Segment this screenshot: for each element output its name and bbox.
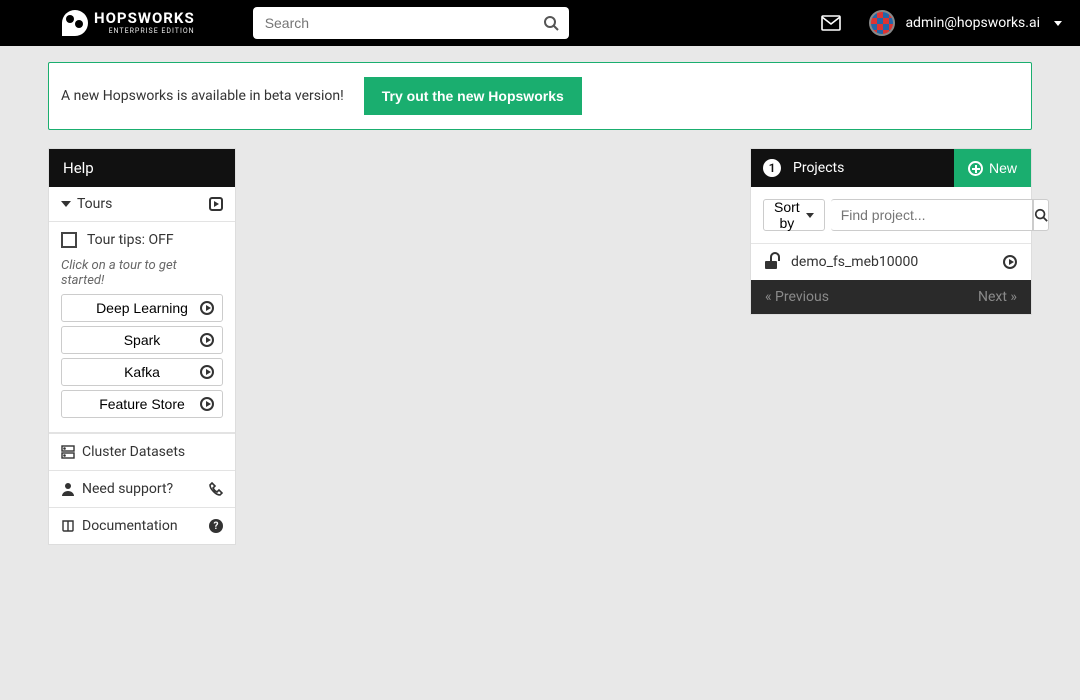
hopsworks-logo-icon xyxy=(62,10,88,36)
play-icon xyxy=(200,397,214,411)
play-icon xyxy=(200,365,214,379)
banner-text: A new Hopsworks is available in beta ver… xyxy=(61,88,344,104)
try-new-hopsworks-button[interactable]: Try out the new Hopsworks xyxy=(364,77,582,115)
tours-body: Tour tips: OFF Click on a tour to get st… xyxy=(49,222,235,433)
projects-toolbar: Sort by xyxy=(751,187,1031,243)
projects-pagination: « Previous Next » xyxy=(751,280,1031,314)
tours-label: Tours xyxy=(77,196,112,212)
play-icon xyxy=(200,333,214,347)
checkbox-icon[interactable] xyxy=(61,232,77,248)
prev-page[interactable]: « Previous xyxy=(765,289,829,305)
next-page[interactable]: Next » xyxy=(978,289,1017,305)
project-name: demo_fs_meb10000 xyxy=(791,254,918,270)
user-menu[interactable]: admin@hopsworks.ai xyxy=(869,10,1062,36)
server-icon xyxy=(61,445,75,459)
tour-spark[interactable]: Spark xyxy=(61,326,223,354)
tour-tips-label: Tour tips: OFF xyxy=(87,232,174,248)
need-support-link[interactable]: Need support? xyxy=(49,470,235,507)
caret-down-icon xyxy=(806,213,814,218)
play-icon[interactable] xyxy=(1003,255,1017,269)
messages-icon[interactable] xyxy=(821,15,841,31)
book-icon xyxy=(61,519,75,533)
tour-feature-store[interactable]: Feature Store xyxy=(61,390,223,418)
projects-title: Projects xyxy=(793,160,844,176)
video-icon[interactable] xyxy=(209,197,223,211)
chevron-down-icon xyxy=(1054,21,1062,26)
global-search xyxy=(253,7,569,39)
tours-toggle[interactable]: Tours xyxy=(49,187,235,222)
brand-name: HOPSWORKS xyxy=(94,9,195,27)
help-icon: ? xyxy=(209,519,223,533)
beta-banner: A new Hopsworks is available in beta ver… xyxy=(48,62,1032,130)
projects-header: 1 Projects New xyxy=(751,149,1031,187)
tours-hint: Click on a tour to get started! xyxy=(61,258,223,288)
find-project-button[interactable] xyxy=(1033,199,1049,231)
sort-dropdown[interactable]: Sort by xyxy=(763,199,825,231)
unlock-icon xyxy=(765,255,779,269)
search-icon[interactable] xyxy=(543,15,559,31)
documentation-link[interactable]: Documentation ? xyxy=(49,507,235,544)
play-icon xyxy=(200,301,214,315)
find-project-input[interactable] xyxy=(831,199,1033,231)
tour-tips-toggle[interactable]: Tour tips: OFF xyxy=(61,232,223,248)
projects-panel: 1 Projects New Sort by xyxy=(750,148,1032,315)
svg-text:?: ? xyxy=(214,521,219,532)
person-icon xyxy=(61,482,75,496)
brand-logo[interactable]: HOPSWORKS ENTERPRISE EDITION xyxy=(62,10,195,36)
help-header: Help xyxy=(49,149,235,187)
brand-edition: ENTERPRISE EDITION xyxy=(94,27,195,35)
chevron-down-icon xyxy=(61,201,71,207)
phone-icon xyxy=(209,482,223,496)
top-nav: HOPSWORKS ENTERPRISE EDITION admin@hopsw… xyxy=(0,0,1080,46)
tour-deep-learning[interactable]: Deep Learning xyxy=(61,294,223,322)
plus-icon xyxy=(968,161,983,176)
project-row[interactable]: demo_fs_meb10000 xyxy=(751,243,1031,280)
search-input[interactable] xyxy=(253,7,569,39)
projects-count-badge: 1 xyxy=(763,159,781,177)
help-panel: Help Tours Tour tips: OFF Click on a tou… xyxy=(48,148,236,545)
user-email: admin@hopsworks.ai xyxy=(905,15,1040,31)
cluster-datasets-link[interactable]: Cluster Datasets xyxy=(49,433,235,470)
new-project-button[interactable]: New xyxy=(954,149,1031,187)
tour-kafka[interactable]: Kafka xyxy=(61,358,223,386)
avatar xyxy=(869,10,895,36)
